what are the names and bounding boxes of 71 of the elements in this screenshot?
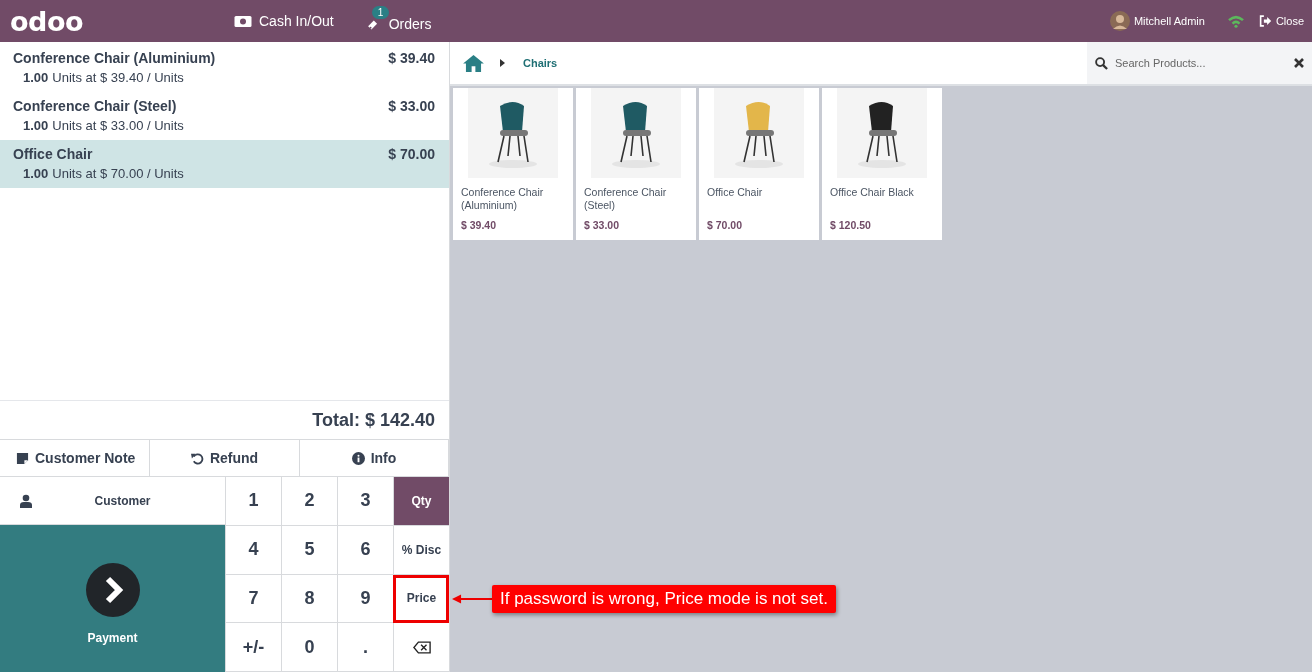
line-price: $ 33.00: [388, 97, 435, 116]
order-line[interactable]: Conference Chair (Aluminium) $ 39.40 1.00 Units at $ 39.40 / Units: [0, 44, 449, 92]
line-price: $ 70.00: [388, 145, 435, 164]
close-button[interactable]: Close: [1258, 15, 1304, 27]
product-name: Office Chair: [706, 185, 764, 200]
product-name: Office Chair: [13, 145, 93, 164]
product-price: $ 39.40: [460, 219, 498, 231]
mode-key[interactable]: Price: [393, 574, 449, 624]
note-icon: [16, 451, 29, 465]
clear-icon[interactable]: [1294, 58, 1304, 68]
annotation-note: If password is wrong, Price mode is not set.: [492, 584, 836, 613]
numpad-key[interactable]: .: [337, 623, 393, 672]
caret-icon: [500, 59, 505, 67]
orders-count-badge: 1: [371, 6, 390, 19]
backspace-icon: [412, 640, 431, 654]
product-name: Conference Chair (Steel): [583, 185, 668, 213]
product-price: $ 33.00: [583, 219, 621, 231]
numpad-key[interactable]: +/-: [225, 623, 281, 672]
product-card[interactable]: Office Chair Black $ 120.50: [822, 88, 942, 240]
product-card[interactable]: Conference Chair (Aluminium) $ 39.40: [453, 88, 573, 240]
orders-button[interactable]: 1 Orders: [361, 6, 432, 36]
product-name: Conference Chair (Steel): [13, 97, 177, 116]
product-name: Office Chair Black: [829, 185, 915, 200]
product-price: $ 70.00: [706, 219, 744, 231]
payment-button[interactable]: Payment: [0, 525, 225, 672]
search-input[interactable]: Search Products...: [1113, 56, 1289, 70]
category-breadcrumb[interactable]: Chairs: [523, 57, 558, 69]
sign-out-icon: [1258, 15, 1272, 27]
search-icon: [1095, 56, 1108, 70]
quantity: 1.00: [23, 69, 49, 87]
cash-icon: [234, 14, 252, 28]
quantity: 1.00: [23, 165, 49, 183]
logo: odoo: [10, 7, 84, 35]
annotation-arrow: [452, 593, 492, 604]
backspace-key[interactable]: [393, 623, 449, 672]
refund-button[interactable]: Refund: [150, 440, 300, 476]
undo-icon: [190, 451, 204, 465]
home-icon[interactable]: [463, 54, 484, 72]
product-name: Conference Chair (Aluminium): [13, 49, 216, 68]
search-field[interactable]: Search Products...: [1087, 42, 1312, 84]
numpad-key[interactable]: 8: [281, 574, 337, 624]
numpad-key[interactable]: 2: [281, 477, 337, 526]
unit-detail: Units at $ 33.00 / Units: [52, 117, 184, 135]
note-button[interactable]: Customer Note: [0, 440, 150, 476]
line-price: $ 39.40: [388, 49, 435, 68]
product-name: Conference Chair (Aluminium): [460, 185, 545, 213]
user-name: Mitchell Admin: [1133, 15, 1205, 27]
unit-detail: Units at $ 70.00 / Units: [52, 165, 184, 183]
chevron-right-icon: [85, 562, 140, 617]
numpad-key[interactable]: 6: [337, 525, 393, 575]
numpad-key[interactable]: 4: [225, 525, 281, 575]
cash-in-out-button[interactable]: Cash In/Out: [234, 13, 334, 29]
numpad-key[interactable]: 5: [281, 525, 337, 575]
quantity: 1.00: [23, 117, 49, 135]
order-total: Total: $ 142.40: [312, 409, 435, 431]
unit-detail: Units at $ 39.40 / Units: [52, 69, 184, 87]
info-button[interactable]: Info: [300, 440, 449, 476]
mode-key[interactable]: Qty: [393, 477, 449, 526]
numpad-key[interactable]: 9: [337, 574, 393, 624]
info-icon: [351, 451, 365, 465]
numpad-key[interactable]: 0: [281, 623, 337, 672]
product-card[interactable]: Office Chair $ 70.00: [699, 88, 819, 240]
product-price: $ 120.50: [829, 219, 872, 231]
user-icon: [20, 493, 32, 508]
wifi-icon: [1226, 14, 1245, 28]
order-line[interactable]: Conference Chair (Steel) $ 33.00 1.00 Units at $ 33.00 / Units: [0, 92, 449, 140]
mode-key[interactable]: % Disc: [393, 525, 449, 575]
numpad-key[interactable]: 7: [225, 574, 281, 624]
numpad-key[interactable]: 1: [225, 477, 281, 526]
avatar-icon: [1109, 11, 1130, 31]
product-card[interactable]: Conference Chair (Steel) $ 33.00: [576, 88, 696, 240]
